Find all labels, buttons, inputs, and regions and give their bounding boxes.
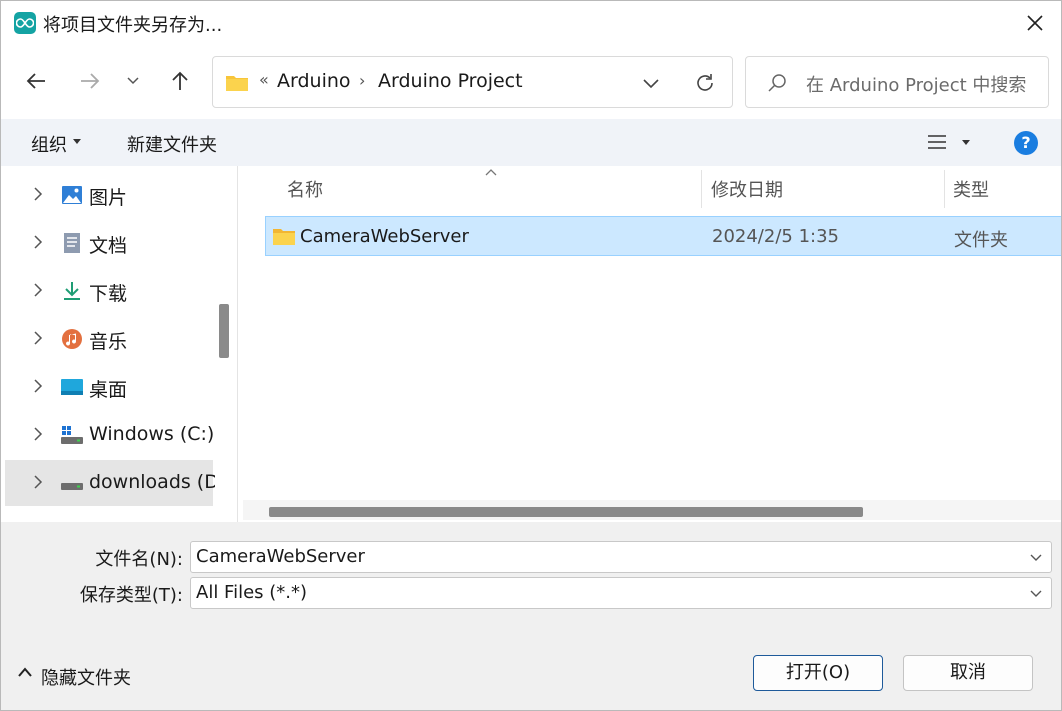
breadcrumb-arduino-project[interactable]: Arduino Project — [378, 70, 523, 92]
command-bar: 组织 新建文件夹 ? — [1, 119, 1061, 166]
nav-item-label: Windows (C:) — [89, 423, 215, 445]
nav-item-pictures[interactable]: 图片 — [5, 172, 213, 218]
nav-item-label: 图片 — [89, 187, 128, 209]
column-divider[interactable] — [944, 170, 945, 208]
nav-item-desktop[interactable]: 桌面 — [5, 364, 213, 410]
filename-label: 文件名(N): — [95, 549, 183, 570]
close-button[interactable] — [1023, 11, 1047, 35]
breadcrumb-overflow[interactable]: « — [259, 70, 269, 89]
hide-folders-toggle[interactable]: 隐藏文件夹 — [41, 664, 131, 690]
nav-item-label: 下载 — [89, 283, 128, 305]
nav-item-label: 桌面 — [89, 379, 128, 401]
chevron-right-icon[interactable] — [33, 234, 43, 250]
help-button[interactable]: ? — [1014, 131, 1038, 155]
navigation-pane-scrollbar[interactable] — [215, 166, 235, 522]
chevron-right-icon[interactable] — [33, 330, 43, 346]
chevron-down-icon[interactable] — [641, 73, 661, 93]
desktop-icon — [61, 379, 83, 395]
search-input[interactable]: 在 Arduino Project 中搜索 — [806, 71, 1026, 97]
nav-item-label: 文档 — [89, 235, 128, 257]
caret-down-icon[interactable] — [962, 140, 970, 145]
nav-item-music[interactable]: 音乐 — [5, 316, 213, 362]
file-list: 名称 修改日期 类型 CameraWebServer 2024/2/5 1:35… — [239, 166, 1061, 522]
column-divider[interactable] — [701, 170, 702, 208]
file-modified-date: 2024/2/5 1:35 — [712, 226, 839, 247]
drive-c-icon — [61, 426, 83, 444]
arrow-up-icon — [172, 71, 188, 90]
title-bar: 将项目文件夹另存为... — [1, 1, 1061, 45]
drive-d-icon — [61, 483, 83, 490]
new-folder-button[interactable]: 新建文件夹 — [127, 131, 217, 157]
filetype-select[interactable]: All Files (*.*) — [190, 577, 1052, 609]
chevron-right-icon[interactable] — [33, 282, 43, 298]
file-row[interactable]: CameraWebServer 2024/2/5 1:35 文件夹 — [265, 216, 1061, 256]
up-button[interactable] — [166, 67, 194, 95]
chevron-right-icon[interactable] — [33, 426, 43, 442]
sort-ascending-icon — [485, 169, 497, 176]
pictures-icon — [62, 186, 82, 204]
folder-icon — [226, 76, 248, 91]
filename-input[interactable]: CameraWebServer — [196, 546, 365, 567]
chevron-right-icon[interactable] — [33, 378, 43, 394]
search-box[interactable]: 在 Arduino Project 中搜索 — [745, 56, 1049, 108]
chevron-right-icon[interactable] — [33, 474, 43, 490]
horizontal-scrollbar[interactable] — [243, 500, 1061, 520]
nav-item-drive-d[interactable]: downloads (D: — [5, 460, 225, 506]
nav-item-downloads[interactable]: 下载 — [5, 268, 213, 314]
chevron-down-icon — [127, 77, 139, 85]
arrow-right-icon — [81, 73, 100, 89]
chevron-down-icon[interactable] — [1029, 589, 1043, 599]
scrollbar-thumb[interactable] — [219, 304, 229, 358]
recent-locations-button[interactable] — [119, 67, 147, 95]
breadcrumb-arduino[interactable]: Arduino — [277, 70, 351, 92]
window-title: 将项目文件夹另存为... — [43, 15, 223, 36]
nav-item-label: downloads (D: — [89, 471, 226, 493]
forward-button[interactable] — [76, 67, 104, 95]
cancel-button[interactable]: 取消 — [903, 655, 1033, 691]
filetype-label: 保存类型(T): — [79, 585, 183, 606]
navigation-pane: 图片 文档 下载 音乐 桌面 Windows (C:) downloads (D… — [1, 166, 238, 522]
folder-icon — [273, 229, 295, 245]
documents-icon — [64, 233, 80, 253]
save-options-panel: 文件名(N): CameraWebServer 保存类型(T): All Fil… — [1, 522, 1061, 710]
file-name: CameraWebServer — [300, 226, 469, 247]
caret-down-icon — [73, 139, 81, 144]
nav-item-documents[interactable]: 文档 — [5, 220, 213, 266]
arduino-app-icon — [14, 12, 36, 34]
save-as-dialog: 将项目文件夹另存为... « Arduino › Arduino Project… — [0, 0, 1062, 711]
nav-item-drive-c[interactable]: Windows (C:) — [5, 412, 215, 458]
address-bar[interactable]: « Arduino › Arduino Project — [212, 56, 733, 108]
downloads-icon — [64, 282, 80, 300]
navigation-bar: « Arduino › Arduino Project 在 Arduino Pr… — [1, 45, 1061, 119]
chevron-right-icon[interactable] — [33, 186, 43, 202]
search-icon — [768, 74, 786, 92]
nav-item-label: 音乐 — [89, 331, 128, 353]
arrow-left-icon — [26, 73, 45, 89]
music-icon — [62, 329, 82, 349]
chevron-down-icon[interactable] — [1029, 553, 1043, 563]
chevron-up-icon[interactable] — [17, 666, 33, 678]
close-icon — [1027, 15, 1043, 31]
scrollbar-thumb[interactable] — [269, 507, 863, 517]
filetype-value: All Files (*.*) — [196, 582, 308, 603]
organize-button[interactable]: 组织 — [31, 131, 67, 157]
filename-field[interactable]: CameraWebServer — [190, 541, 1052, 573]
refresh-icon[interactable] — [693, 71, 717, 95]
open-button[interactable]: 打开(O) — [753, 655, 883, 691]
back-button[interactable] — [22, 67, 50, 95]
view-list-icon[interactable] — [927, 133, 947, 151]
file-type: 文件夹 — [954, 230, 1008, 251]
breadcrumb-separator[interactable]: › — [359, 71, 365, 90]
